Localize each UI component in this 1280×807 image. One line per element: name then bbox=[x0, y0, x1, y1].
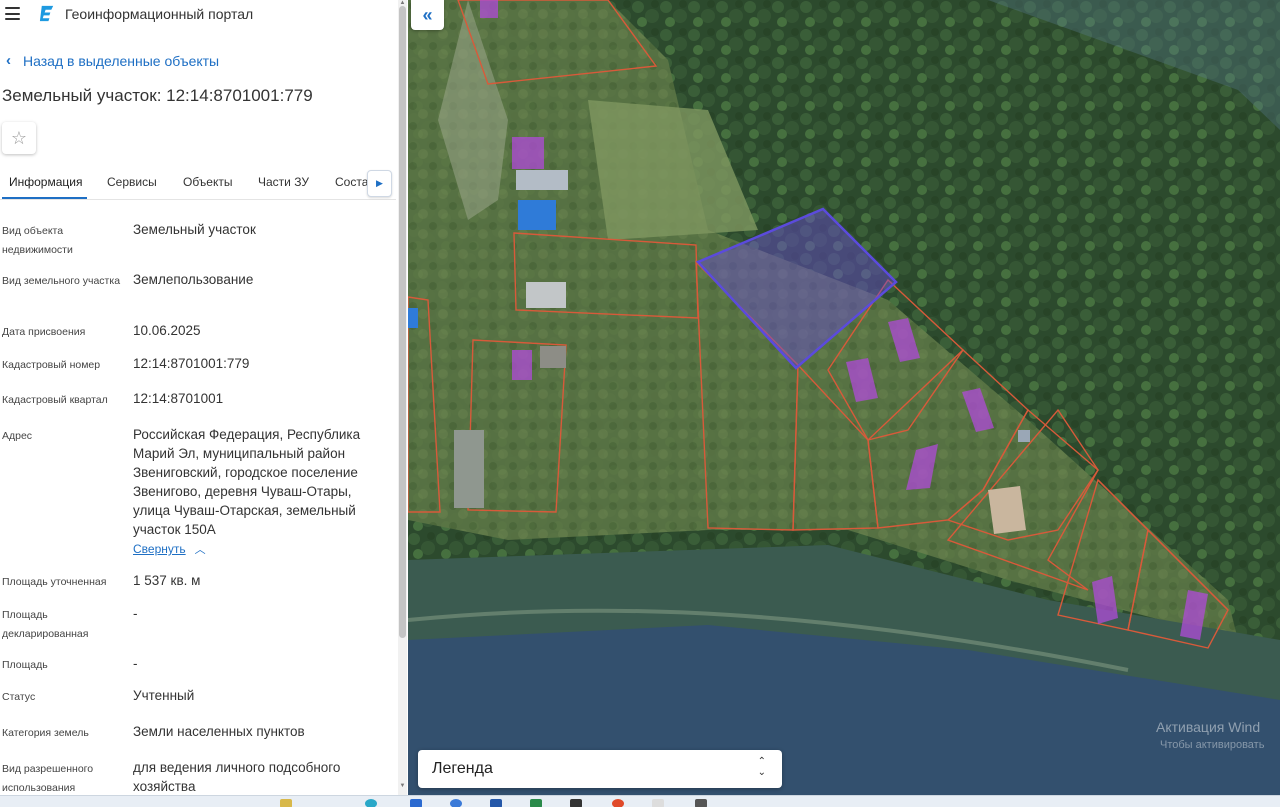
label-land-type: Вид земельного участка bbox=[2, 275, 121, 287]
taskbar-app-icon[interactable] bbox=[410, 799, 422, 807]
chevron-left-icon: ‹ bbox=[6, 52, 11, 69]
label-status: Статус bbox=[2, 691, 36, 703]
back-link-label: Назад в выделенные объекты bbox=[23, 52, 220, 69]
windows-activation-watermark: Активация Wind bbox=[1156, 719, 1261, 735]
collapse-panel-button[interactable]: « bbox=[411, 0, 444, 30]
taskbar-browser-icon[interactable] bbox=[365, 799, 377, 807]
tab-services[interactable]: Сервисы bbox=[107, 175, 157, 189]
collapse-address-link[interactable]: Свернуть ︿ bbox=[133, 541, 206, 557]
taskbar-excel-icon[interactable] bbox=[530, 799, 542, 807]
double-chevron-left-icon: « bbox=[422, 4, 433, 25]
label-address: Адрес bbox=[2, 430, 33, 442]
taskbar-app-icon[interactable] bbox=[652, 799, 664, 807]
tab-bar: Информация Сервисы Объекты Части ЗУ Сост… bbox=[0, 166, 396, 200]
expand-collapse-arrows-icon: ⌃ ⌄ bbox=[757, 756, 766, 778]
windows-activation-hint: Чтобы активировать bbox=[1160, 739, 1265, 751]
value-assign-date: 10.06.2025 bbox=[133, 323, 201, 338]
panel-scrollbar-thumb[interactable] bbox=[399, 6, 406, 638]
hamburger-menu-icon[interactable] bbox=[5, 7, 20, 20]
tab-info[interactable]: Информация bbox=[9, 175, 82, 189]
taskbar bbox=[0, 795, 1280, 807]
label-area-specified: Площадь уточненная bbox=[2, 576, 107, 588]
tab-scroll-right-button[interactable]: ▶ bbox=[367, 170, 392, 197]
map-view[interactable] bbox=[408, 0, 1280, 795]
label-object-type: Вид объекта недвижимости bbox=[2, 225, 73, 256]
label-area: Площадь bbox=[2, 659, 48, 671]
portal-title: Геоинформационный портал bbox=[65, 6, 254, 22]
label-land-category: Категория земель bbox=[2, 727, 89, 739]
taskbar-app-icon[interactable] bbox=[570, 799, 582, 807]
taskbar-app-icon[interactable] bbox=[280, 799, 292, 807]
value-area: - bbox=[133, 656, 138, 671]
taskbar-word-icon[interactable] bbox=[490, 799, 502, 807]
value-area-specified: 1 537 кв. м bbox=[133, 573, 201, 588]
value-cadastral-number: 12:14:8701001:779 bbox=[133, 356, 250, 371]
label-permitted-use: Вид разрешенного использования bbox=[2, 763, 94, 794]
favorite-button[interactable]: ☆ bbox=[2, 122, 36, 154]
label-area-declared: Площадь декларированная bbox=[2, 609, 89, 640]
back-to-selected-link[interactable]: ‹ Назад в выделенные объекты bbox=[6, 52, 219, 69]
top-bar: Геоинформационный портал bbox=[0, 0, 408, 30]
value-area-declared: - bbox=[133, 606, 138, 621]
tab-land-parts[interactable]: Части ЗУ bbox=[258, 175, 309, 189]
legend-label: Легенда bbox=[432, 760, 493, 777]
chevron-up-icon: ︿ bbox=[194, 544, 206, 556]
tab-objects[interactable]: Объекты bbox=[183, 175, 233, 189]
value-land-category: Земли населенных пунктов bbox=[133, 724, 305, 739]
tab-composition[interactable]: Соста bbox=[335, 175, 368, 189]
star-icon: ☆ bbox=[10, 127, 28, 148]
legend-dropdown[interactable]: Легенда ⌃ ⌄ bbox=[418, 750, 782, 788]
label-assign-date: Дата присвоения bbox=[2, 326, 86, 338]
scroll-down-arrow-icon[interactable]: ▼ bbox=[398, 783, 407, 789]
active-tab-indicator bbox=[2, 197, 87, 199]
value-address: Российская Федерация, Республика Марий Э… bbox=[133, 427, 361, 537]
collapse-label: Свернуть bbox=[133, 542, 186, 556]
portal-logo-icon bbox=[39, 5, 54, 22]
value-object-type: Земельный участок bbox=[133, 222, 256, 237]
value-cadastral-quarter: 12:14:8701001 bbox=[133, 391, 224, 406]
taskbar-app-icon[interactable] bbox=[612, 799, 624, 807]
value-permitted-use: для ведения личного подсобного хозяйства bbox=[133, 760, 341, 794]
value-status: Учтенный bbox=[133, 688, 195, 703]
page-title: Земельный участок: 12:14:8701001:779 bbox=[2, 86, 313, 105]
taskbar-app-icon[interactable] bbox=[450, 799, 462, 807]
label-cadastral-number: Кадастровый номер bbox=[2, 359, 101, 371]
satellite-map[interactable] bbox=[408, 0, 1280, 795]
caret-right-icon: ▶ bbox=[376, 178, 383, 188]
label-cadastral-quarter: Кадастровый квартал bbox=[2, 394, 108, 406]
info-panel: Геоинформационный портал ‹ Назад в выдел… bbox=[0, 0, 408, 795]
taskbar-app-icon[interactable] bbox=[695, 799, 707, 807]
value-land-type: Землепользование bbox=[133, 272, 254, 287]
scroll-up-arrow-icon[interactable]: ▲ bbox=[398, 0, 407, 6]
